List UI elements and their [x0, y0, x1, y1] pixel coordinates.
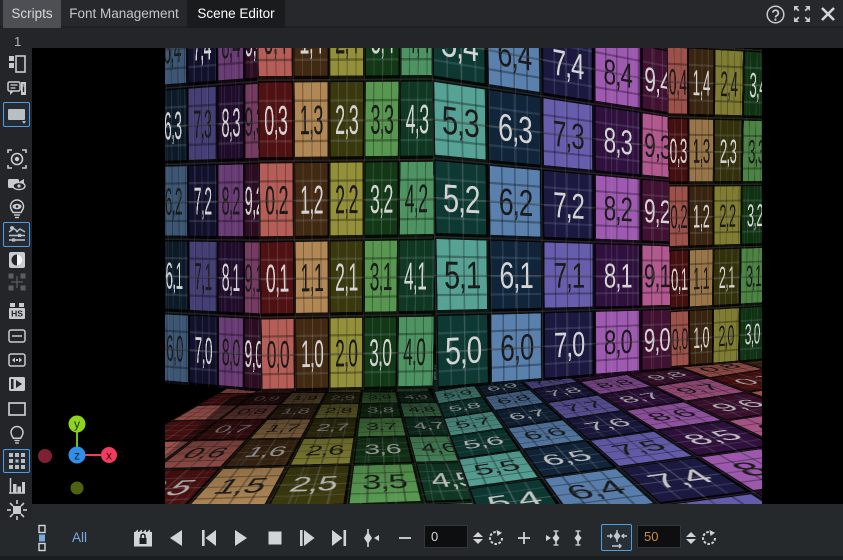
svg-text:HS: HS: [11, 309, 23, 319]
svg-text:z: z: [74, 449, 80, 463]
svg-text:i: i: [22, 84, 25, 95]
svg-text:y: y: [74, 417, 80, 431]
svg-text:x: x: [106, 449, 112, 463]
